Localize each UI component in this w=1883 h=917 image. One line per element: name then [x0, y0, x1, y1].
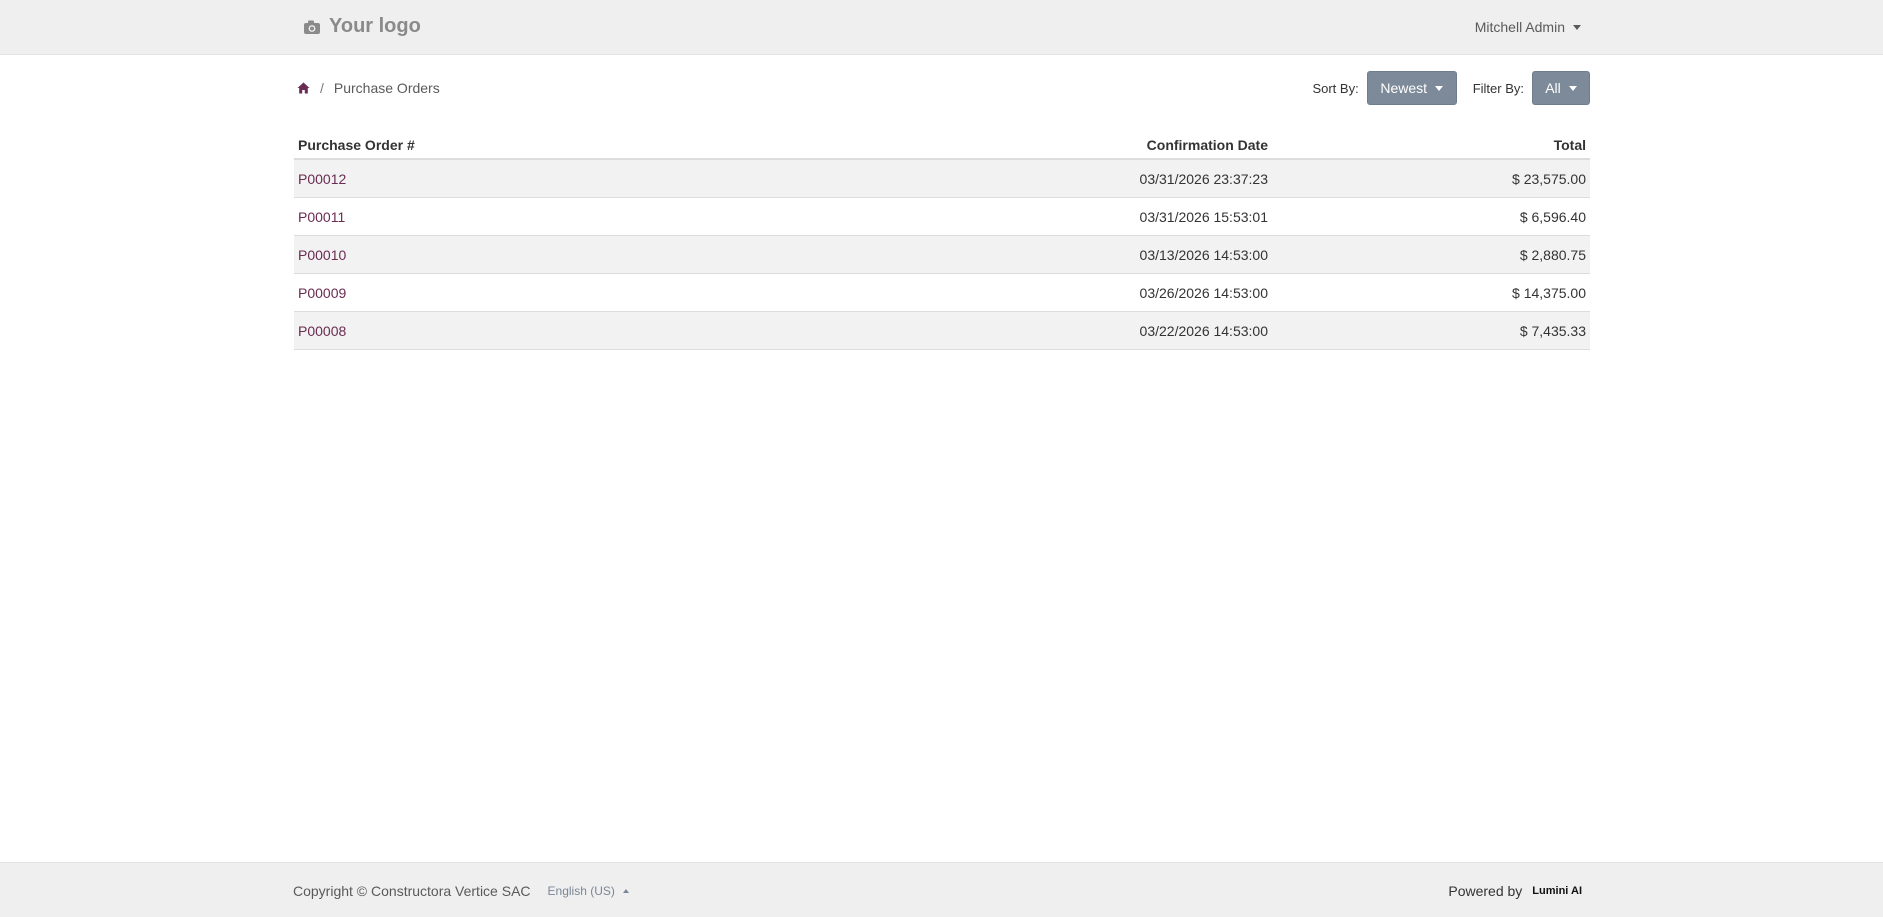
date-cell: 03/31/2026 23:37:23: [802, 159, 1272, 198]
camera-icon: [304, 20, 320, 34]
po-cell: P00010: [294, 235, 802, 274]
total-cell: $ 14,375.00: [1272, 273, 1590, 312]
list-controls: Sort By: Newest Filter By: All: [1312, 71, 1590, 105]
po-cell: P00012: [294, 159, 802, 198]
powered-by: Powered by Lumini AI: [1448, 883, 1582, 899]
table-row[interactable]: P00011 03/31/2026 15:53:01 $ 6,596.40: [294, 197, 1590, 236]
po-link[interactable]: P00011: [298, 209, 345, 225]
user-menu-dropdown[interactable]: Mitchell Admin: [1475, 19, 1581, 35]
table-header-row: Purchase Order # Confirmation Date Total: [294, 132, 1590, 160]
po-cell: P00011: [294, 197, 802, 236]
copyright: Copyright © Constructora Vertice SAC Eng…: [293, 883, 629, 899]
po-link[interactable]: P00012: [298, 171, 346, 187]
copyright-text: Copyright © Constructora Vertice SAC: [293, 883, 531, 899]
column-header-total: Total: [1272, 132, 1590, 160]
date-cell: 03/22/2026 14:53:00: [802, 311, 1272, 350]
sort-dropdown-button[interactable]: Newest: [1366, 71, 1457, 105]
breadcrumb: / Purchase Orders: [297, 80, 440, 96]
caret-down-icon: [1568, 85, 1577, 91]
user-name: Mitchell Admin: [1474, 19, 1565, 35]
date-cell: 03/31/2026 15:53:01: [802, 197, 1272, 236]
breadcrumb-current: Purchase Orders: [333, 80, 440, 96]
po-link[interactable]: P00009: [298, 285, 346, 301]
caret-up-icon: [622, 889, 629, 893]
column-header-date: Confirmation Date: [802, 132, 1272, 160]
po-link[interactable]: P00008: [298, 323, 346, 339]
language-value: English (US): [547, 884, 615, 898]
top-navbar: Your logo Mitchell Admin: [0, 0, 1883, 55]
filter-value: All: [1545, 80, 1561, 96]
po-link[interactable]: P00010: [298, 247, 346, 263]
caret-down-icon: [1435, 85, 1444, 91]
filter-dropdown-button[interactable]: All: [1532, 71, 1590, 105]
sort-value: Newest: [1380, 80, 1428, 96]
table-row[interactable]: P00012 03/31/2026 23:37:23 $ 23,575.00: [294, 159, 1590, 198]
caret-down-icon: [1573, 24, 1581, 30]
purchase-orders-table: Purchase Order # Confirmation Date Total…: [294, 132, 1590, 350]
filter-label: Filter By:: [1472, 80, 1524, 96]
date-cell: 03/26/2026 14:53:00: [802, 273, 1272, 312]
po-cell: P00009: [294, 273, 802, 312]
brand-logo[interactable]: Lumini AI: [1532, 885, 1582, 897]
language-selector[interactable]: English (US): [548, 884, 629, 898]
sort-label: Sort By:: [1312, 80, 1359, 96]
total-cell: $ 7,435.33: [1272, 311, 1590, 350]
logo-text: Your logo: [329, 15, 421, 37]
table-row[interactable]: P00008 03/22/2026 14:53:00 $ 7,435.33: [294, 311, 1590, 350]
table-row[interactable]: P00009 03/26/2026 14:53:00 $ 14,375.00: [294, 273, 1590, 312]
table-row[interactable]: P00010 03/13/2026 14:53:00 $ 2,880.75: [294, 235, 1590, 274]
powered-by-text: Powered by: [1448, 883, 1523, 899]
column-header-po: Purchase Order #: [294, 132, 802, 160]
total-cell: $ 6,596.40: [1272, 197, 1590, 236]
total-cell: $ 23,575.00: [1272, 159, 1590, 198]
total-cell: $ 2,880.75: [1272, 235, 1590, 274]
footer: Copyright © Constructora Vertice SAC Eng…: [0, 862, 1883, 917]
home-icon[interactable]: [297, 82, 310, 94]
date-cell: 03/13/2026 14:53:00: [802, 235, 1272, 274]
po-cell: P00008: [294, 311, 802, 350]
purchase-orders-page: Your logo Mitchell Admin / Purchase Orde…: [0, 0, 1883, 917]
breadcrumb-separator: /: [320, 80, 324, 96]
logo[interactable]: Your logo: [303, 15, 421, 38]
